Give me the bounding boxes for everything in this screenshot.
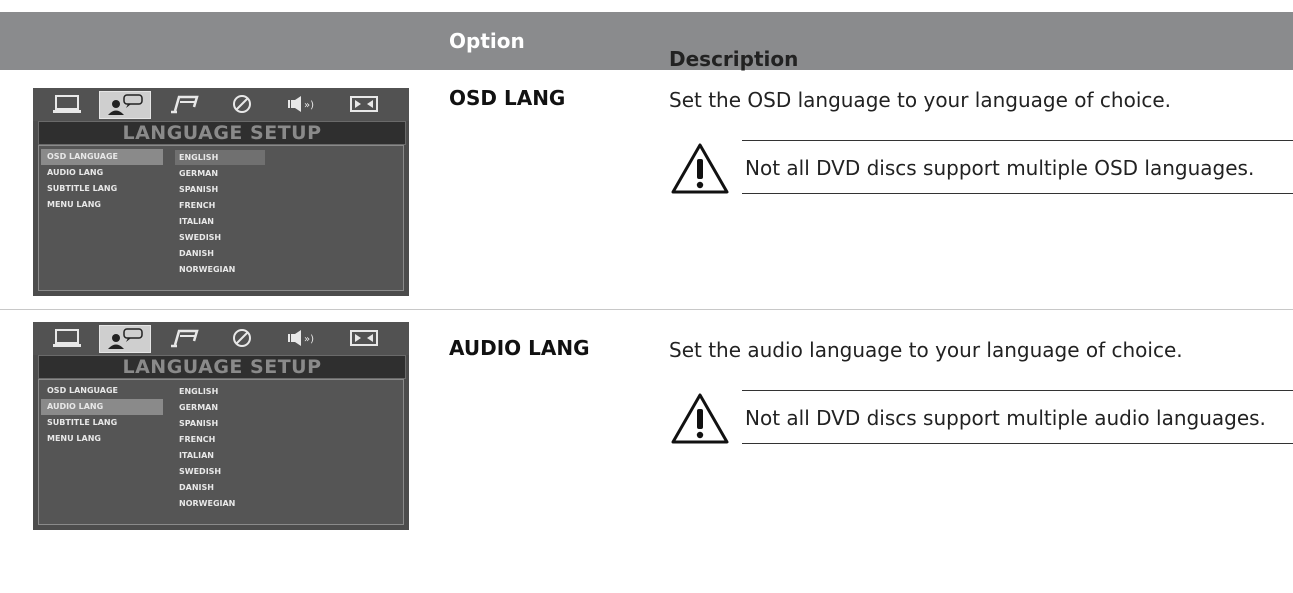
osd-language-option: NORWEGIAN [179, 499, 236, 508]
svg-text:»): ») [304, 334, 314, 345]
osd-menu-item: SUBTITLE LANG [47, 418, 118, 427]
osd-language-option: FRENCH [179, 201, 216, 210]
divider [742, 443, 1293, 444]
language-person-icon [99, 325, 151, 353]
divider [742, 140, 1293, 141]
warning-text: Not all DVD discs support multiple audio… [745, 406, 1266, 430]
disc-icon [217, 91, 267, 117]
speaker-icon: ») [277, 325, 327, 351]
warning-note: Not all DVD discs support multiple OSD l… [669, 140, 1293, 194]
osd-language-option: DANISH [179, 249, 214, 258]
option-description: Set the OSD language to your language of… [669, 88, 1172, 112]
osd-screenshot: ») LANGUAGE SETUP OSD LANGUAGE AUDIO LAN… [33, 88, 409, 296]
option-name: OSD LANG [449, 86, 566, 110]
osd-language-option: SPANISH [179, 419, 219, 428]
osd-menu-item: OSD LANGUAGE [41, 149, 163, 165]
dolby-icon [339, 91, 389, 117]
osd-tab-bar: ») [33, 322, 409, 355]
warning-icon [669, 392, 731, 446]
osd-language-option: NORWEGIAN [179, 265, 236, 274]
warning-note: Not all DVD discs support multiple audio… [669, 390, 1293, 444]
osd-language-option: GERMAN [179, 403, 219, 412]
table-row: ») LANGUAGE SETUP OSD LANGUAGE AUDIO LAN… [0, 320, 1293, 556]
dolby-icon [339, 325, 389, 351]
language-person-icon [99, 91, 151, 119]
osd-language-option: ITALIAN [179, 451, 214, 460]
disc-icon [217, 325, 267, 351]
osd-menu-item: AUDIO LANG [47, 168, 104, 177]
osd-panel: OSD LANGUAGE AUDIO LANG SUBTITLE LANG ME… [38, 145, 404, 291]
option-description: Set the audio language to your language … [669, 338, 1183, 362]
osd-tab-bar: ») [33, 88, 409, 121]
warning-icon [669, 142, 731, 196]
table-header: Option Description [0, 12, 1293, 71]
header-option: Option [449, 29, 525, 53]
music-icon [161, 91, 211, 117]
osd-screenshot: ») LANGUAGE SETUP OSD LANGUAGE AUDIO LAN… [33, 322, 409, 530]
osd-language-option: SWEDISH [179, 467, 222, 476]
osd-menu-item: MENU LANG [47, 434, 101, 443]
row-divider [0, 309, 1293, 310]
osd-language-option: ENGLISH [175, 150, 265, 165]
divider [742, 390, 1293, 391]
monitor-icon [42, 325, 92, 351]
osd-language-option: SWEDISH [179, 233, 222, 242]
music-icon [161, 325, 211, 351]
osd-language-option: ENGLISH [179, 387, 219, 396]
speaker-icon: ») [277, 91, 327, 117]
option-name: AUDIO LANG [449, 336, 590, 360]
divider [742, 193, 1293, 194]
osd-language-option: GERMAN [179, 169, 219, 178]
osd-panel: OSD LANGUAGE AUDIO LANG SUBTITLE LANG ME… [38, 379, 404, 525]
osd-language-option: SPANISH [179, 185, 219, 194]
monitor-icon [42, 91, 92, 117]
osd-menu-item: AUDIO LANG [41, 399, 163, 415]
warning-text: Not all DVD discs support multiple OSD l… [745, 156, 1255, 180]
osd-title: LANGUAGE SETUP [38, 121, 406, 145]
svg-text:»): ») [304, 100, 314, 111]
osd-menu-item: OSD LANGUAGE [47, 386, 119, 395]
osd-title: LANGUAGE SETUP [38, 355, 406, 379]
osd-language-option: ITALIAN [179, 217, 214, 226]
table-row: ») LANGUAGE SETUP OSD LANGUAGE AUDIO LAN… [0, 70, 1293, 306]
osd-menu-item: MENU LANG [47, 200, 101, 209]
osd-language-option: DANISH [179, 483, 214, 492]
osd-menu-item: SUBTITLE LANG [47, 184, 118, 193]
osd-language-option: FRENCH [179, 435, 216, 444]
